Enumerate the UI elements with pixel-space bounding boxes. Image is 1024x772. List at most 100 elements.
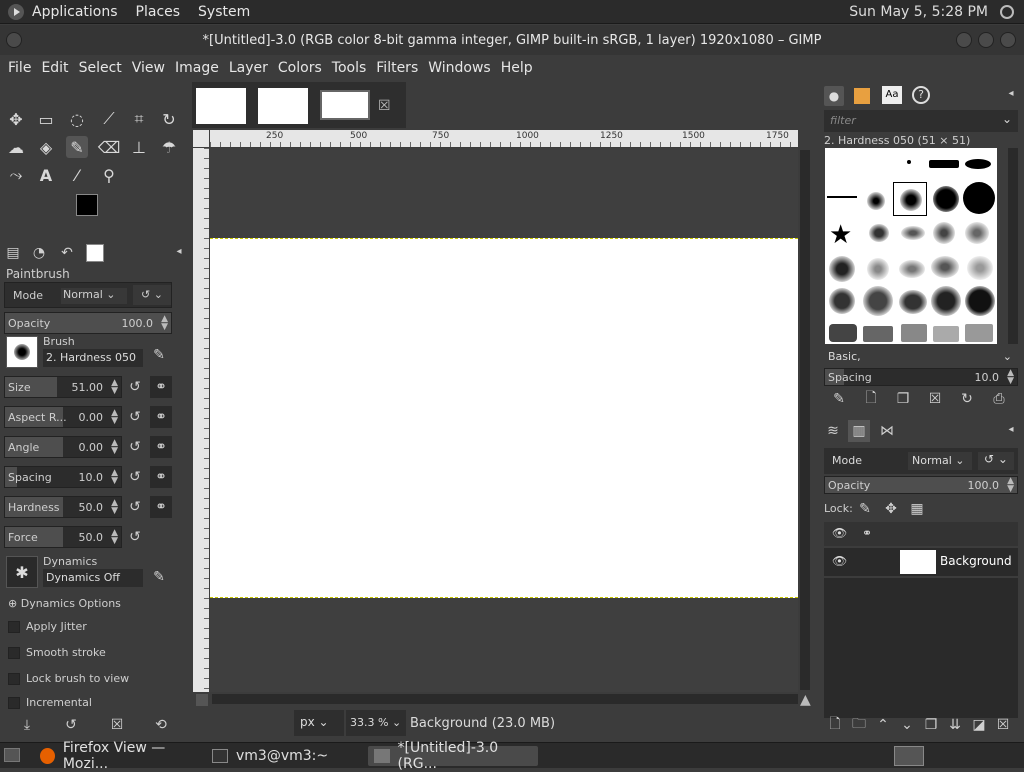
task-gimp[interactable]: *[Untitled]-3.0 (RG...	[368, 740, 538, 772]
layer-row-background[interactable]: 👁 Background	[824, 548, 1018, 576]
applications-menu[interactable]: Applications	[32, 4, 118, 20]
aspect-reset-icon[interactable]: ↺	[124, 406, 146, 428]
images-tab-icon[interactable]	[86, 244, 104, 262]
angle-reset-icon[interactable]: ↺	[124, 436, 146, 458]
new-brush-icon[interactable]: 🗋	[860, 388, 882, 410]
opacity-spinner-icon[interactable]: ▲ ▼	[161, 315, 168, 332]
layers-tab-icon[interactable]: ≋	[822, 420, 844, 442]
lock-position-icon[interactable]: ✥	[880, 498, 902, 520]
fonts-tab-icon[interactable]: Aa	[882, 86, 902, 104]
delete-layer-icon[interactable]: ☒	[992, 714, 1014, 736]
lock-alpha-icon[interactable]: ▦	[906, 498, 928, 520]
menu-edit[interactable]: Edit	[41, 60, 68, 76]
brush-spacing-slider[interactable]: Spacing 10.0 ▲ ▼	[824, 368, 1018, 386]
patterns-tab-icon[interactable]	[854, 88, 870, 104]
paths-tab-icon[interactable]: ⋈	[876, 420, 898, 442]
paintbrush-tool-icon[interactable]: ✎	[66, 136, 88, 158]
maximize-button[interactable]	[978, 32, 994, 48]
aspect-ratio-slider[interactable]: Aspect R... 0.00 ▲ ▼	[4, 406, 122, 428]
dynamics-field[interactable]: Dynamics Off	[43, 569, 143, 587]
spacing-slider[interactable]: Spacing 10.0 ▲ ▼	[4, 466, 122, 488]
open-brush-as-image-icon[interactable]: ⎙	[988, 388, 1010, 410]
aspect-link-icon[interactable]: ⚭	[150, 406, 172, 428]
image-canvas[interactable]	[210, 238, 798, 598]
angle-link-icon[interactable]: ⚭	[150, 436, 172, 458]
brush-tag-field[interactable]: Basic, ⌄	[824, 348, 1018, 368]
menu-view[interactable]: View	[132, 60, 165, 76]
layer-mode-select[interactable]: Normal ⌄	[908, 452, 972, 470]
unit-select[interactable]: px ⌄	[294, 710, 344, 736]
brush-grid[interactable]: ★	[825, 148, 997, 344]
crop-tool-icon[interactable]: ⌗	[128, 108, 150, 130]
force-reset-icon[interactable]: ↺	[124, 526, 146, 548]
edit-dynamics-icon[interactable]: ✎	[148, 566, 170, 588]
fuzzy-select-tool-icon[interactable]: ⟋	[98, 108, 120, 130]
distro-logo-icon[interactable]	[8, 3, 24, 20]
new-group-icon[interactable]: 🗀	[848, 714, 870, 736]
zoom-select[interactable]: 33.3 % ⌄	[346, 710, 406, 736]
incremental-checkbox[interactable]	[8, 697, 20, 709]
new-layer-icon[interactable]: 🗋	[824, 714, 846, 736]
help-tab-icon[interactable]: ?	[912, 86, 930, 104]
edit-brush-icon-2[interactable]: ✎	[828, 388, 850, 410]
menu-filters[interactable]: Filters	[376, 60, 418, 76]
apply-jitter-checkbox[interactable]	[8, 621, 20, 633]
layer-mask-icon[interactable]: ◪	[968, 714, 990, 736]
image-tab-2[interactable]	[258, 88, 308, 124]
minimize-button[interactable]	[956, 32, 972, 48]
hardness-slider[interactable]: Hardness 50.0 ▲ ▼	[4, 496, 122, 518]
dock-menu-icon[interactable]: ◂	[168, 240, 190, 262]
horizontal-scrollbar[interactable]	[212, 694, 798, 704]
delete-brush-icon[interactable]: ☒	[924, 388, 946, 410]
clone-tool-icon[interactable]: ⊥	[128, 136, 150, 158]
window-menu-icon[interactable]	[6, 32, 22, 48]
mode-reset-icon[interactable]: ↺ ⌄	[133, 285, 171, 305]
layer-mode-reset-icon[interactable]: ↺ ⌄	[978, 452, 1014, 470]
navigate-icon[interactable]: ▲	[800, 692, 811, 708]
dynamics-preview-icon[interactable]: ✱	[6, 556, 38, 588]
rect-select-tool-icon[interactable]: ▭	[35, 108, 57, 130]
refresh-brushes-icon[interactable]: ↻	[956, 388, 978, 410]
move-tool-icon[interactable]: ✥	[5, 108, 27, 130]
paths-tool-icon[interactable]: ⤳	[5, 164, 27, 186]
angle-slider[interactable]: Angle 0.00 ▲ ▼	[4, 436, 122, 458]
menu-colors[interactable]: Colors	[278, 60, 322, 76]
spacing-reset-icon[interactable]: ↺	[124, 466, 146, 488]
task-firefox[interactable]: Firefox View — Mozi...	[34, 740, 204, 772]
hardness-link-icon[interactable]: ⚭	[150, 496, 172, 518]
edit-brush-icon[interactable]: ✎	[148, 344, 170, 366]
text-tool-icon[interactable]: A	[35, 164, 57, 186]
size-slider[interactable]: Size 51.00 ▲ ▼	[4, 376, 122, 398]
dynamics-options-expander[interactable]: ⊕ Dynamics Options	[8, 597, 121, 610]
brush-preview[interactable]	[6, 336, 38, 368]
lasso-tool-icon[interactable]: ◌	[66, 108, 88, 130]
brushes-tab-icon[interactable]: ●	[824, 86, 844, 106]
vertical-ruler[interactable]	[193, 148, 209, 692]
channels-tab-icon[interactable]: ▥	[848, 420, 870, 442]
size-link-icon[interactable]: ⚭	[150, 376, 172, 398]
unified-transform-tool-icon[interactable]: ↻	[158, 108, 180, 130]
menu-file[interactable]: File	[8, 60, 31, 76]
eraser-tool-icon[interactable]: ⌫	[98, 136, 121, 158]
warp-tool-icon[interactable]: ☁	[5, 136, 27, 158]
undo-history-tab-icon[interactable]: ↶	[56, 242, 78, 264]
horizontal-ruler[interactable]: 250 500 750 1000 1250 1500 1750	[210, 130, 798, 147]
restore-options-icon[interactable]: ↺	[60, 714, 82, 736]
lock-brush-checkbox[interactable]	[8, 673, 20, 685]
mode-select[interactable]: Normal ⌄	[61, 288, 127, 304]
power-icon[interactable]	[1000, 5, 1014, 19]
merge-layer-icon[interactable]: ⇊	[944, 714, 966, 736]
delete-options-icon[interactable]: ☒	[106, 714, 128, 736]
layers-list-empty[interactable]	[824, 578, 1018, 718]
force-slider[interactable]: Force 50.0 ▲ ▼	[4, 526, 122, 548]
raise-layer-icon[interactable]: ⌃	[872, 714, 894, 736]
opacity-slider[interactable]: Opacity 100.0 ▲ ▼	[4, 312, 172, 334]
smudge-tool-icon[interactable]: ☂	[158, 136, 180, 158]
layers-dock-menu-icon[interactable]: ◂	[1000, 418, 1022, 440]
places-menu[interactable]: Places	[136, 4, 181, 20]
save-options-icon[interactable]: ⤓	[16, 714, 38, 736]
layer-opacity-slider[interactable]: Opacity 100.0 ▲ ▼	[824, 476, 1018, 494]
device-status-tab-icon[interactable]: ◔	[28, 242, 50, 264]
layer-visibility-icon[interactable]: 👁	[832, 554, 847, 568]
tool-options-tab-icon[interactable]: ▤	[2, 242, 24, 264]
